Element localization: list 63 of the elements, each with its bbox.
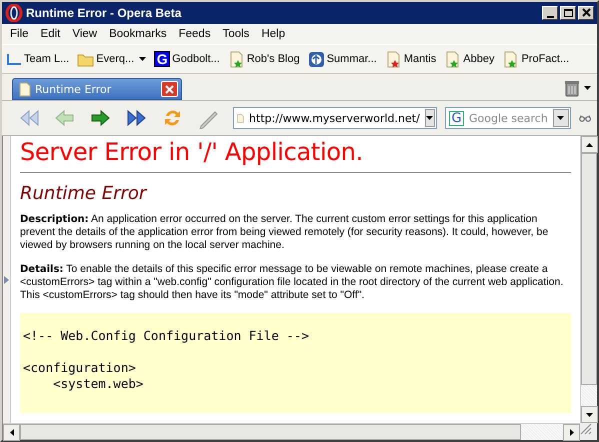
page-star-icon [444,50,462,68]
dropdown-arrow-icon [584,86,591,90]
page-star-icon [228,50,245,68]
bookmark-link[interactable]: Summar... [308,50,377,68]
caret-icon [586,142,593,146]
vertical-scrollbar-thumb[interactable] [581,153,597,385]
trash-icon[interactable] [564,79,580,97]
scroll-down-button[interactable] [581,406,598,423]
error-paragraph: Details: To enable the details of this specific error message to be viewable on remote machines, please create a <customErrors> tag within a "web.config" configuration file located in the root directory of the current web application. This <customErrors> tag should then have its "mode" attribute set to "Off". [20,263,564,302]
caret-icon [426,116,434,120]
menu-item[interactable]: Tools [216,28,256,40]
menu-item[interactable]: Help [255,28,292,40]
bookmark-link[interactable]: Everq... [77,52,134,66]
page-tab[interactable]: Runtime Error [12,78,182,100]
panel-toggle-icon [4,276,9,284]
maximize-icon [562,8,574,18]
window-title: Runtime Error - Opera Beta [26,6,182,20]
folder-icon [77,52,94,66]
menu-item[interactable]: Edit [34,28,66,40]
bookmark-link[interactable]: Mantis [384,50,436,68]
page-heading: Server Error in '/' Application. [20,138,364,166]
error-paragraph: Description: An application error occurred on the server. The current custom error settings for this application prevent the details of the application error from being viewed remotely (for security reasons). It could, however, be viewed by browsers running on the local server machine. [20,213,550,252]
page-icon [19,82,31,96]
bookmark-link[interactable]: ProFact... [502,50,570,68]
caret-icon [10,429,14,436]
bookmark-link[interactable]: Abbey [444,50,494,68]
resize-grip-icon [580,423,592,435]
search-dropdown-button[interactable] [552,109,569,127]
scroll-up-button[interactable] [581,136,598,153]
menu-item[interactable]: Feeds [172,28,217,40]
bookmark-link[interactable]: Team L... [6,51,70,67]
menu-item[interactable]: View [66,28,104,40]
minimize-icon [546,16,554,18]
fast-forward-icon[interactable] [125,107,148,129]
caret-icon [557,116,564,120]
minimize-button[interactable] [542,6,558,20]
letter-g-icon: G [154,51,170,67]
line-icon [6,51,22,67]
page-star-icon [384,50,402,68]
google-g-icon: G [449,110,464,126]
address-field[interactable]: http://www.myserverworld.net/ [233,107,437,129]
address-dropdown-button[interactable] [424,109,435,127]
menu-item[interactable]: Bookmarks [103,28,173,40]
scroll-right-button[interactable] [563,424,580,441]
scroll-left-button[interactable] [3,424,20,441]
forward-arrow-icon[interactable] [89,107,112,129]
search-field[interactable]: G Google search [445,107,571,129]
close-button[interactable] [578,6,594,20]
caret-icon [586,412,593,416]
page-star-icon [502,50,520,68]
horizontal-scrollbar-thumb[interactable] [20,424,521,440]
close-icon [165,84,174,94]
maximize-button[interactable] [560,6,576,20]
close-tab-button[interactable] [161,81,178,97]
caret-icon [570,429,574,436]
bookmark-link[interactable]: G Godbolt... [154,51,220,67]
code-block: <!-- Web.Config Configuration File --> <configuration> <system.web> [20,313,571,413]
bookmark-link[interactable]: Rob's Blog [228,50,300,68]
close-icon [580,8,592,18]
menu-item[interactable]: File [4,28,35,40]
error-title: Runtime Error [20,183,148,204]
dropdown-arrow-icon [139,57,146,61]
opera-logo-icon [5,4,23,22]
